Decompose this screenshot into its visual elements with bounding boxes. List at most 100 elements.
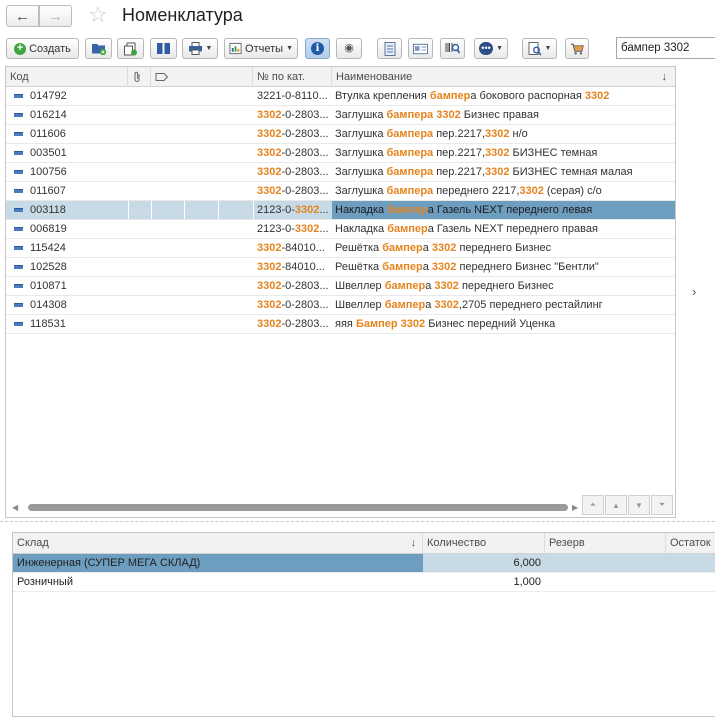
arrow-right-icon: → bbox=[48, 7, 63, 25]
text-segment: (серая) с/о bbox=[543, 185, 602, 197]
side-panel-toggle[interactable] bbox=[682, 66, 715, 518]
scroll-first-icon: ⏶ bbox=[589, 500, 597, 509]
table-row[interactable]: 102528 3302-84010... Решётка бампера 3302 … bbox=[6, 258, 675, 277]
column-header-tag[interactable] bbox=[151, 67, 253, 87]
catalog-number-cell: 3221-0-8110... bbox=[254, 87, 332, 105]
column-header-code[interactable]: Код bbox=[6, 67, 128, 87]
table-row[interactable]: 003501 3302-0-2803... Заглушка бампера пер… bbox=[6, 144, 675, 163]
table-row[interactable]: 014792 3221-0-8110... Втулка крепления бам… bbox=[6, 87, 675, 106]
scroll-first-button[interactable]: ⏶ bbox=[582, 495, 604, 515]
card-button[interactable] bbox=[408, 38, 433, 59]
item-icon bbox=[14, 246, 23, 250]
panel-splitter[interactable] bbox=[0, 521, 715, 522]
back-button[interactable]: ← bbox=[6, 5, 39, 27]
scrollbar-thumb[interactable] bbox=[28, 504, 568, 511]
list-button[interactable] bbox=[377, 38, 402, 59]
scroll-down-button[interactable]: ▼ bbox=[628, 495, 650, 515]
forward-button[interactable]: → bbox=[39, 5, 72, 27]
text-segment: Заглушка bbox=[335, 147, 387, 159]
search-barcode-button[interactable] bbox=[440, 38, 465, 59]
column-header-remainder[interactable]: Остаток bbox=[666, 533, 715, 554]
search-highlight: 3302 bbox=[294, 204, 320, 216]
scroll-right-icon[interactable]: ▶ bbox=[572, 503, 578, 512]
column-header-attachment[interactable] bbox=[128, 67, 151, 87]
text-segment: -0-2803... bbox=[281, 128, 329, 140]
column-header-catalog-number[interactable]: № по кат. bbox=[253, 67, 332, 87]
scroll-left-icon[interactable]: ◀ bbox=[12, 503, 18, 512]
scroll-last-button[interactable]: ⏷ bbox=[651, 495, 673, 515]
columns-button[interactable] bbox=[150, 38, 177, 59]
create-group-button[interactable] bbox=[85, 38, 112, 59]
search-highlight: 3302 bbox=[257, 299, 282, 311]
text-segment: Решётка bbox=[335, 242, 383, 254]
search-highlight: 3302 bbox=[436, 109, 461, 121]
search-options-button[interactable]: ▼ bbox=[522, 38, 557, 59]
name-cell: Заглушка бампера 3302 Бизнес правая bbox=[332, 106, 675, 124]
text-segment: яяя bbox=[335, 318, 356, 330]
text-segment: -84010... bbox=[281, 242, 325, 254]
table-row[interactable]: 100756 3302-0-2803... Заглушка бампера пер… bbox=[6, 163, 675, 182]
name-cell: Швеллер бампера 3302,2705 переднего рест… bbox=[332, 296, 675, 314]
search-highlight: бампера bbox=[386, 109, 434, 121]
text-segment: ,2705 переднего рестайлинг bbox=[458, 299, 603, 311]
reports-button-label: Отчеты bbox=[245, 42, 284, 55]
tag-icon bbox=[155, 73, 169, 81]
search-input[interactable] bbox=[616, 37, 715, 59]
create-button-label: Создать bbox=[29, 42, 71, 55]
search-highlight: 3302 bbox=[257, 128, 282, 140]
scroll-up-button[interactable]: ▲ bbox=[605, 495, 627, 515]
catalog-number-cell: 3302-0-2803... bbox=[254, 163, 332, 181]
reports-button[interactable]: Отчеты ▼ bbox=[224, 38, 298, 59]
table-row[interactable]: 118531 3302-0-2803... яяя Бампер 3302 Бизн… bbox=[6, 315, 675, 334]
table-row[interactable]: 006819 2123-0-3302... Накладка бампера Газ… bbox=[6, 220, 675, 239]
text-segment: переднего 2217, bbox=[433, 185, 520, 197]
search-highlight: 3302 bbox=[257, 242, 282, 254]
column-header-quantity[interactable]: Количество bbox=[423, 533, 545, 554]
table-row[interactable]: 115424 3302-84010... Решётка бампера 3302 … bbox=[6, 239, 675, 258]
warehouse-cell: Инженерная (СУПЕР МЕГА СКЛАД) bbox=[13, 554, 423, 572]
create-button[interactable]: + Создать bbox=[6, 38, 79, 59]
table-row[interactable]: 010871 3302-0-2803... Швеллер бампера 3302… bbox=[6, 277, 675, 296]
item-icon bbox=[14, 189, 23, 193]
text-segment: БИЗНЕС темная малая bbox=[509, 166, 633, 178]
copy-button[interactable] bbox=[117, 38, 144, 59]
code-cell: 011607 bbox=[30, 185, 66, 197]
name-cell: Швеллер бампера 3302 переднего Бизнес bbox=[332, 277, 675, 295]
table-row[interactable]: 011606 3302-0-2803... Заглушка бампера пер… bbox=[6, 125, 675, 144]
search-highlight: бампера bbox=[386, 185, 434, 197]
table-row[interactable]: 011607 3302-0-2803... Заглушка бампера пер… bbox=[6, 182, 675, 201]
favorite-star-icon[interactable]: ☆ bbox=[88, 2, 108, 28]
table-row[interactable]: 014308 3302-0-2803... Швеллер бампера 3302… bbox=[6, 296, 675, 315]
cell-separator bbox=[151, 201, 152, 219]
sort-arrow-icon: ↓ bbox=[410, 537, 417, 549]
table-row[interactable]: Розничный 1,000 bbox=[13, 573, 715, 592]
paperclip-icon bbox=[134, 71, 140, 82]
search-highlight: 3302 bbox=[257, 166, 282, 178]
column-header-warehouse[interactable]: Склад ↓ bbox=[13, 533, 423, 554]
catalog-number-cell: 3302-0-2803... bbox=[254, 125, 332, 143]
item-icon bbox=[14, 208, 23, 212]
column-header-name[interactable]: Наименование ↓ bbox=[332, 67, 675, 87]
chevron-right-icon[interactable]: › bbox=[692, 284, 696, 299]
view-button[interactable]: ◉ bbox=[336, 38, 362, 59]
list-icon bbox=[384, 41, 395, 56]
search-highlight: бампер bbox=[387, 204, 428, 216]
print-button[interactable]: ▼ bbox=[182, 38, 218, 59]
info-button[interactable]: i bbox=[305, 38, 330, 59]
text-segment: -0-2803... bbox=[281, 299, 329, 311]
search-highlight: 3302 bbox=[519, 185, 544, 197]
code-cell: 102528 bbox=[30, 261, 67, 273]
search-highlight: 3302 bbox=[257, 280, 282, 292]
more-button[interactable]: ••• ▼ bbox=[474, 38, 508, 59]
horizontal-scrollbar[interactable]: ◀ ▶ bbox=[6, 499, 581, 517]
table-row[interactable]: Инженерная (СУПЕР МЕГА СКЛАД) 6,000 bbox=[13, 554, 715, 573]
search-highlight: бампера bbox=[386, 166, 434, 178]
cart-button[interactable] bbox=[565, 38, 589, 59]
search-highlight: 3302 bbox=[400, 318, 426, 330]
item-icon bbox=[14, 227, 23, 231]
table-row[interactable]: 016214 3302-0-2803... Заглушка бампера 330… bbox=[6, 106, 675, 125]
text-segment: Заглушка bbox=[335, 166, 387, 178]
column-header-reserve[interactable]: Резерв bbox=[545, 533, 666, 554]
column-header-warehouse-label: Склад bbox=[17, 537, 49, 549]
table-row[interactable]: 003118 2123-0-3302... Накладка бампера Газ… bbox=[6, 201, 675, 220]
